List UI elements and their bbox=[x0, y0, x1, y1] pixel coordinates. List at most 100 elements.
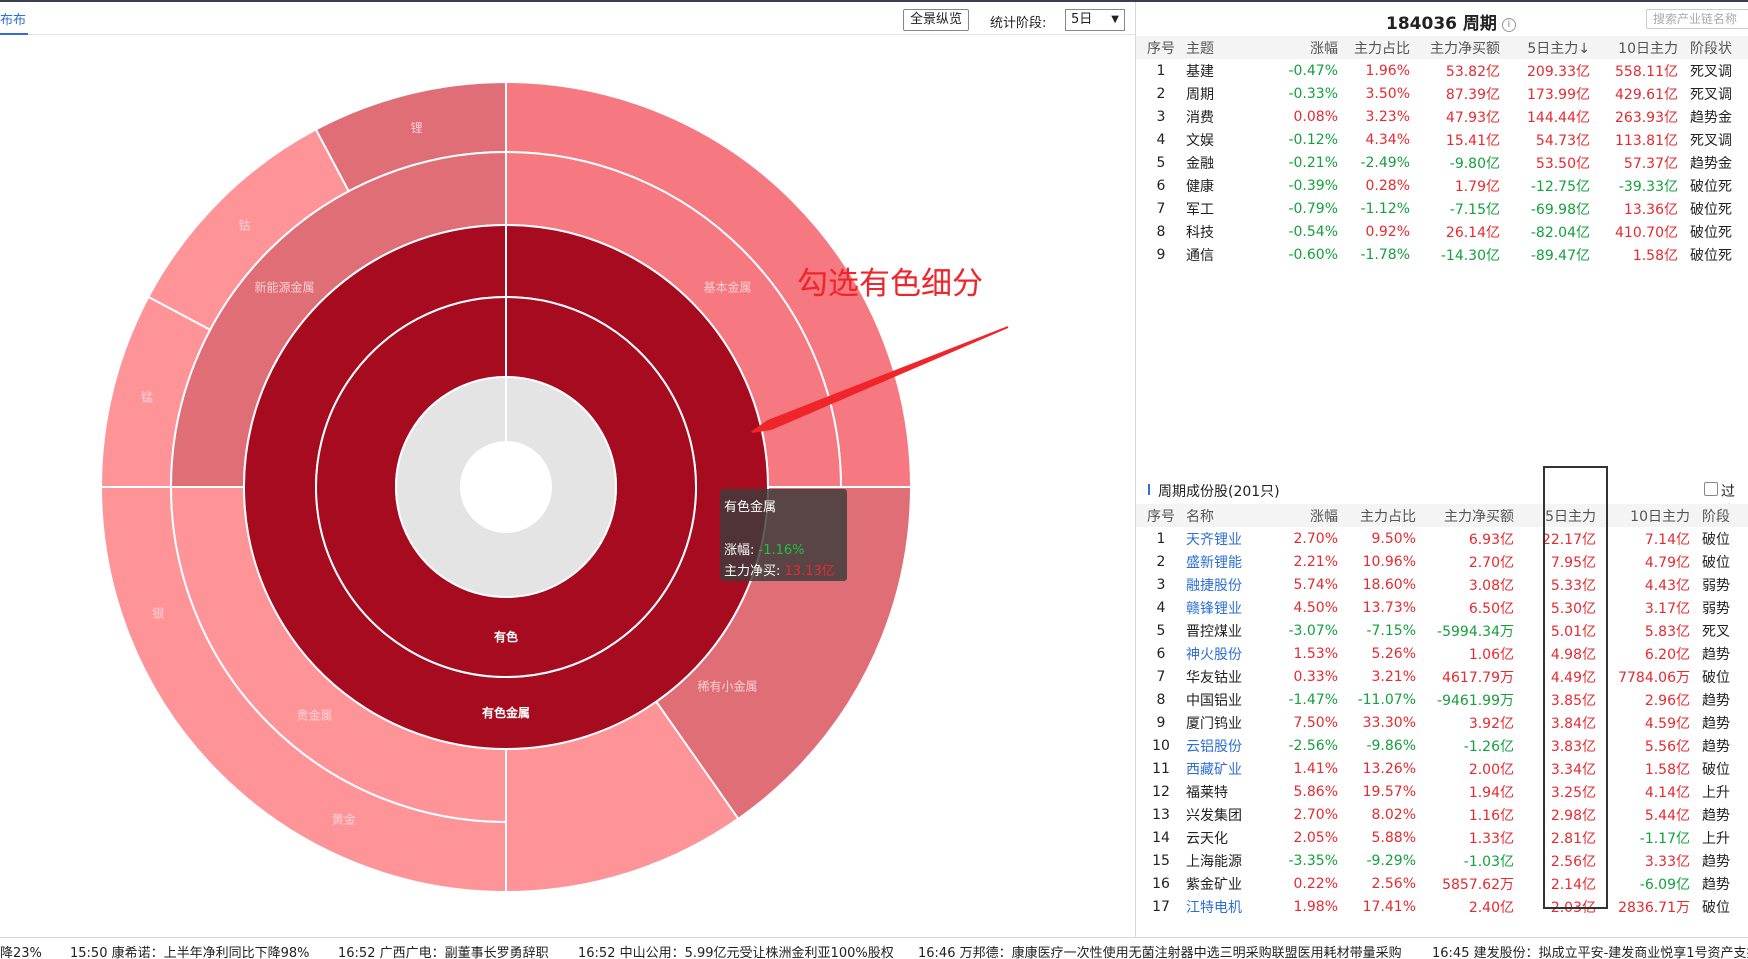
theme-cell-1[interactable]: 基建 bbox=[1186, 59, 1266, 82]
table-row[interactable]: 11 西藏矿业 1.41% 13.26% 2.00亿 3.34亿 1.58亿 破位 bbox=[1136, 757, 1748, 780]
stock-cell-1[interactable]: 福莱特 bbox=[1186, 780, 1266, 803]
table-row[interactable]: 10 云铝股份 -2.56% -9.86% -1.26亿 3.83亿 5.56亿 趋势 bbox=[1136, 734, 1748, 757]
table-row[interactable]: 12 福莱特 5.86% 19.57% 1.94亿 3.25亿 4.14亿 上升 bbox=[1136, 780, 1748, 803]
stage-select[interactable]: 5日 ▼ bbox=[1065, 9, 1125, 31]
ticker-item[interactable]: 降23% bbox=[0, 942, 42, 959]
stock-cell-1[interactable]: 江特电机 bbox=[1186, 895, 1266, 918]
stock-header-col-7[interactable]: 阶段 bbox=[1690, 504, 1748, 527]
theme-cell-0: 3 bbox=[1156, 108, 1166, 125]
ticker-item[interactable]: 16:52 广西广电：副董事长罗勇辞职 bbox=[338, 942, 549, 959]
overview-button[interactable]: 全景纵览 bbox=[903, 9, 970, 31]
stock-header-col-0[interactable]: 序号 bbox=[1136, 504, 1186, 527]
theme-cell-1[interactable]: 文娱 bbox=[1186, 128, 1266, 151]
stock-header-col-3[interactable]: 主力占比 bbox=[1338, 504, 1416, 527]
stock-cell-1[interactable]: 华友钴业 bbox=[1186, 665, 1266, 688]
stock-cell-1[interactable]: 云天化 bbox=[1186, 826, 1266, 849]
stock-cell-7: 趋势 bbox=[1702, 692, 1730, 709]
theme-cell-7: 趋势金 bbox=[1690, 155, 1732, 172]
theme-header-col-0[interactable]: 序号 bbox=[1136, 36, 1186, 59]
table-row[interactable]: 16 紫金矿业 0.22% 2.56% 5857.62万 2.14亿 -6.09亿 趋势 bbox=[1136, 872, 1748, 895]
sunburst-label-base-metal: 基本金属 bbox=[703, 280, 751, 295]
table-row[interactable]: 9 通信 -0.60% -1.78% -14.30亿 -89.47亿 1.58亿 破位死 bbox=[1136, 243, 1748, 266]
stock-header-col-2[interactable]: 涨幅 bbox=[1266, 504, 1338, 527]
table-row[interactable]: 4 文娱 -0.12% 4.34% 15.41亿 54.73亿 113.81亿 死叉调 bbox=[1136, 128, 1748, 151]
theme-cell-2: -0.47% bbox=[1288, 62, 1338, 79]
stock-cell-2: 0.33% bbox=[1293, 668, 1338, 685]
sunburst-hole bbox=[461, 442, 551, 532]
stock-cell-1[interactable]: 云铝股份 bbox=[1186, 734, 1266, 757]
table-row[interactable]: 2 周期 -0.33% 3.50% 87.39亿 173.99亿 429.61亿 死叉调 bbox=[1136, 82, 1748, 105]
table-row[interactable]: 1 天齐锂业 2.70% 9.50% 6.93亿 22.17亿 7.14亿 破位 bbox=[1136, 527, 1748, 550]
tab-distribution[interactable]: 布布 bbox=[0, 9, 29, 35]
table-row[interactable]: 3 融捷股份 5.74% 18.60% 3.08亿 5.33亿 4.43亿 弱势 bbox=[1136, 573, 1748, 596]
sunburst-label-gold: 黄金 bbox=[332, 812, 356, 827]
table-row[interactable]: 7 军工 -0.79% -1.12% -7.15亿 -69.98亿 13.36亿 破位死 bbox=[1136, 197, 1748, 220]
ticker-item[interactable]: 15:50 康希诺：上半年净利同比下降98% bbox=[70, 942, 310, 959]
theme-header-col-4[interactable]: 主力净买额 bbox=[1410, 36, 1500, 59]
filter-checkbox[interactable] bbox=[1704, 482, 1718, 496]
theme-cell-1[interactable]: 军工 bbox=[1186, 197, 1266, 220]
theme-header-col-2[interactable]: 涨幅 bbox=[1266, 36, 1338, 59]
theme-cell-1[interactable]: 通信 bbox=[1186, 243, 1266, 266]
search-input[interactable]: 搜索产业链名称 bbox=[1646, 9, 1748, 29]
table-row[interactable]: 17 江特电机 1.98% 17.41% 2.40亿 2.03亿 2836.71万 破位 bbox=[1136, 895, 1748, 918]
theme-cell-1[interactable]: 科技 bbox=[1186, 220, 1266, 243]
table-row[interactable]: 5 金融 -0.21% -2.49% -9.80亿 53.50亿 57.37亿 趋势金 bbox=[1136, 151, 1748, 174]
theme-cell-1[interactable]: 健康 bbox=[1186, 174, 1266, 197]
table-row[interactable]: 4 赣锋锂业 4.50% 13.73% 6.50亿 5.30亿 3.17亿 弱势 bbox=[1136, 596, 1748, 619]
theme-cell-6: 410.70亿 bbox=[1615, 224, 1678, 241]
stock-cell-7: 弱势 bbox=[1702, 600, 1730, 617]
ticker-item[interactable]: 16:46 万邦德：康康医疗一次性使用无菌注射器中选三明采购联盟医用耗材带量采购 bbox=[918, 942, 1402, 959]
sunburst-chart[interactable]: 有色有色金属基本金属稀有小金属贵金属新能源金属锂钴锰银黄金 bbox=[0, 35, 1135, 935]
stock-header-col-6[interactable]: 10日主力 bbox=[1596, 504, 1690, 527]
table-row[interactable]: 13 兴发集团 2.70% 8.02% 1.16亿 2.98亿 5.44亿 趋势 bbox=[1136, 803, 1748, 826]
stock-cell-1[interactable]: 兴发集团 bbox=[1186, 803, 1266, 826]
table-row[interactable]: 1 基建 -0.47% 1.96% 53.82亿 209.33亿 558.11亿 死叉调 bbox=[1136, 59, 1748, 82]
stock-cell-1[interactable]: 紫金矿业 bbox=[1186, 872, 1266, 895]
ticker-item[interactable]: 16:52 中山公用：5.99亿元受让株洲金利亚100%股权 bbox=[578, 942, 894, 959]
stock-cell-4: 2.00亿 bbox=[1468, 761, 1514, 778]
stock-cell-1[interactable]: 盛新锂能 bbox=[1186, 550, 1266, 573]
table-row[interactable]: 8 中国铝业 -1.47% -11.07% -9461.99万 3.85亿 2.96亿 趋势 bbox=[1136, 688, 1748, 711]
info-icon[interactable]: i bbox=[1501, 18, 1516, 32]
stock-cell-1[interactable]: 上海能源 bbox=[1186, 849, 1266, 872]
stock-cell-1[interactable]: 中国铝业 bbox=[1186, 688, 1266, 711]
theme-header-col-5[interactable]: 5日主力↓ bbox=[1500, 36, 1590, 59]
stock-cell-7: 破位 bbox=[1702, 669, 1730, 686]
chart-tooltip: 有色金属 涨幅: -1.16% 主力净买: 13.13亿 bbox=[720, 489, 847, 581]
stock-cell-1[interactable]: 神火股份 bbox=[1186, 642, 1266, 665]
stock-cell-1[interactable]: 融捷股份 bbox=[1186, 573, 1266, 596]
ticker-item[interactable]: 16:45 建发股份：拟成立平安-建发商业悦享1号资产支持 bbox=[1432, 942, 1748, 959]
theme-cell-3: 1.96% bbox=[1365, 62, 1410, 79]
theme-cell-1[interactable]: 金融 bbox=[1186, 151, 1266, 174]
stock-cell-1[interactable]: 天齐锂业 bbox=[1186, 527, 1266, 550]
table-row[interactable]: 7 华友钴业 0.33% 3.21% 4617.79万 4.49亿 7784.06万 破位 bbox=[1136, 665, 1748, 688]
stock-cell-1[interactable]: 西藏矿业 bbox=[1186, 757, 1266, 780]
stock-cell-1[interactable]: 赣锋锂业 bbox=[1186, 596, 1266, 619]
table-row[interactable]: 6 健康 -0.39% 0.28% 1.79亿 -12.75亿 -39.33亿 破位死 bbox=[1136, 174, 1748, 197]
theme-cell-6: 13.36亿 bbox=[1623, 201, 1678, 218]
table-row[interactable]: 6 神火股份 1.53% 5.26% 1.06亿 4.98亿 6.20亿 趋势 bbox=[1136, 642, 1748, 665]
table-row[interactable]: 15 上海能源 -3.35% -9.29% -1.03亿 2.56亿 3.33亿 趋势 bbox=[1136, 849, 1748, 872]
table-row[interactable]: 5 晋控煤业 -3.07% -7.15% -5994.34万 5.01亿 5.83亿 死叉 bbox=[1136, 619, 1748, 642]
theme-header-col-3[interactable]: 主力占比 bbox=[1338, 36, 1410, 59]
theme-header-col-6[interactable]: 10日主力 bbox=[1590, 36, 1678, 59]
stock-cell-1[interactable]: 晋控煤业 bbox=[1186, 619, 1266, 642]
stock-cell-1[interactable]: 厦门钨业 bbox=[1186, 711, 1266, 734]
table-row[interactable]: 9 厦门钨业 7.50% 33.30% 3.92亿 3.84亿 4.59亿 趋势 bbox=[1136, 711, 1748, 734]
theme-header-col-1[interactable]: 主题 bbox=[1186, 36, 1266, 59]
theme-cell-1[interactable]: 消费 bbox=[1186, 105, 1266, 128]
theme-header-col-7[interactable]: 阶段状 bbox=[1678, 36, 1748, 59]
theme-cell-1[interactable]: 周期 bbox=[1186, 82, 1266, 105]
table-row[interactable]: 14 云天化 2.05% 5.88% 1.33亿 2.81亿 -1.17亿 上升 bbox=[1136, 826, 1748, 849]
stock-header-col-4[interactable]: 主力净买额 bbox=[1416, 504, 1514, 527]
theme-cell-2: -0.54% bbox=[1288, 223, 1338, 240]
table-row[interactable]: 8 科技 -0.54% 0.92% 26.14亿 -82.04亿 410.70亿 破位死 bbox=[1136, 220, 1748, 243]
stock-cell-2: 5.74% bbox=[1293, 576, 1338, 593]
stock-cell-4: 6.93亿 bbox=[1468, 531, 1514, 548]
table-row[interactable]: 2 盛新锂能 2.21% 10.96% 2.70亿 7.95亿 4.79亿 破位 bbox=[1136, 550, 1748, 573]
theme-cell-5: 173.99亿 bbox=[1527, 86, 1590, 103]
stock-cell-7: 趋势 bbox=[1702, 853, 1730, 870]
table-row[interactable]: 3 消费 0.08% 3.23% 47.93亿 144.44亿 263.93亿 趋势金 bbox=[1136, 105, 1748, 128]
stock-header-col-1[interactable]: 名称 bbox=[1186, 504, 1266, 527]
